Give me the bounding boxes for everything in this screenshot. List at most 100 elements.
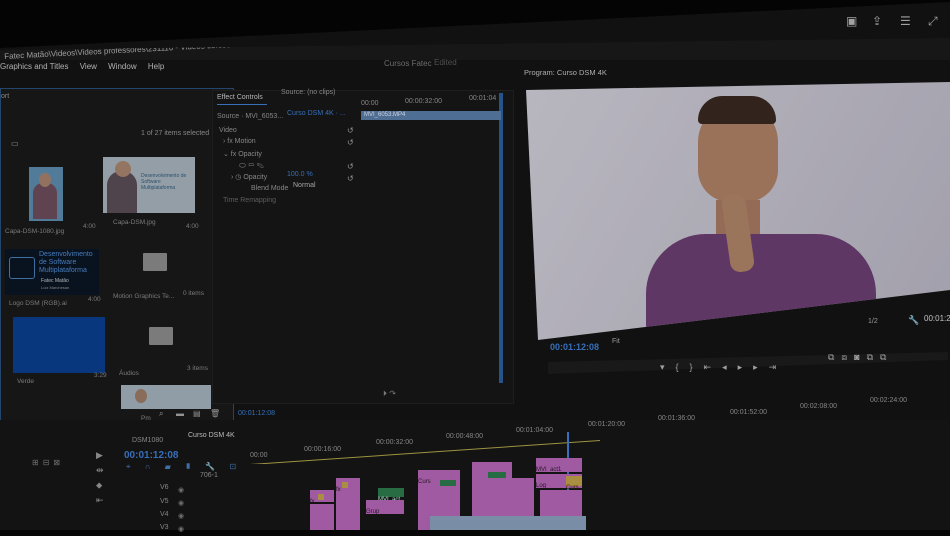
trash-icon[interactable]: 🗑 [210,409,220,418]
menu-view[interactable]: View [80,62,97,71]
wrench-icon[interactable]: 🔧 [908,315,919,326]
timeline-video-strip[interactable] [430,516,586,530]
timeline-timecode[interactable]: 00:01:12:08 [124,450,178,461]
timeline-tools[interactable]: ⌖ ∩ ▰ ▮ 🔧 ⊡ [126,462,242,472]
menu-window[interactable]: Window [108,62,136,71]
track-v5[interactable]: V5 [160,498,169,505]
item-meta: 4:00 [186,223,199,230]
track-label-706: 706-1 [200,472,218,479]
track-v4[interactable]: V4 [160,511,169,518]
capa-thumb-text: Desenvolvimento de Software Multiplatafo… [141,173,187,191]
ec-clip-bar[interactable]: MVI_6053.MP4 [361,111,501,120]
reset-icon[interactable]: ↺ [347,126,354,135]
item-name: Logo DSM (RGB).ai [9,300,67,307]
logo-line1: Desenvolvimento [39,251,93,258]
track-control-icons[interactable]: ⊞⊟⊠ [32,458,64,467]
folder-icon[interactable]: ▭ [11,139,19,148]
tl-ruler-9: 00:02:24:00 [870,397,907,404]
workspaces-icon[interactable]: ☰ [900,14,911,28]
quick-export-icon[interactable]: ▣ [846,14,857,28]
timeline-clip[interactable] [440,480,456,486]
blend-mode-label: Blend Mode [251,185,289,192]
item-meta: 4:00 [88,296,101,303]
program-title[interactable]: Program: Curso DSM 4K [524,68,607,77]
opacity-value[interactable]: 100.0 % [287,171,313,178]
new-bin-icon[interactable]: ▬ [176,409,184,418]
tl-ruler-3: 00:00:48:00 [446,433,483,440]
fit-select[interactable]: Fit [612,338,620,345]
title-bar: Fatec Matão\Videos\Videos professores\23… [0,38,950,61]
timeline-clip[interactable]: MVI_act [378,488,404,503]
item-meta: 3 items [187,365,208,372]
track-eye-icons[interactable]: ◉ ◉ ◉ ◉ [178,484,184,536]
item-name: Áudios [119,370,139,377]
header-icons: ▣ ⇪ ☰ ⤢ [840,14,950,34]
timeline-clip[interactable]: MVI_act1 [536,458,582,473]
partial-thumb[interactable] [121,385,211,409]
tool-column[interactable]: ▶ ⇹ ⬥ ⇤ [96,448,104,508]
timeline-tab-curso[interactable]: Curso DSM 4K [188,432,235,439]
verde-thumb[interactable] [13,317,105,373]
timeline-clip[interactable] [488,472,506,478]
logo-thumb[interactable]: Desenvolvimento de Software Multiplatafo… [5,249,99,295]
transport-controls[interactable]: ▾{}⇤◂▸▸⇥ [660,362,787,373]
capa-1080-thumb[interactable] [29,167,63,221]
mask-shape-icons[interactable]: ⬭ ▭ ✎ [239,161,264,171]
time-remapping-row[interactable]: Time Remapping [223,197,276,204]
project-timecode: 00:01:12:08 [238,410,275,417]
ruler-start: 00:00 [361,100,379,107]
capa-thumb[interactable]: Desenvolvimento de Software Multiplatafo… [103,157,195,213]
new-item-icon[interactable]: ▤ [193,409,201,418]
item-name: Capa-DSM.jpg [113,219,156,226]
bin-folder-icon[interactable] [143,253,167,271]
logo-sub: Luiz Marchesan [41,285,70,290]
timeline-clip[interactable] [310,504,334,530]
item-meta: 0 items [183,290,204,297]
resolution-select[interactable]: 1/2 [868,318,878,325]
reset-icon[interactable]: ↺ [347,138,354,147]
video-section: Video [219,127,237,134]
item-name: Motion Graphics Te... [113,293,175,300]
fx-opacity-row[interactable]: ⌄ fx Opacity [223,150,262,158]
premiere-window: Fatec Matão\Videos\Videos professores\23… [0,0,950,533]
opacity-prop-label: Opacity [243,174,268,181]
ec-bottom-icons[interactable]: ⏵ ↷ [383,389,396,399]
program-timecode[interactable]: 00:01:12:08 [550,342,599,352]
timeline-clip[interactable]: fx [336,478,360,530]
program-video[interactable] [526,82,950,340]
tl-ruler-5: 00:01:20:00 [588,421,625,428]
fx-motion-row[interactable]: › fx Motion [223,138,256,145]
source-label: Source · MVI_6053... [217,113,284,120]
fullscreen-icon[interactable]: ⤢ [928,14,938,29]
tl-ruler-7: 00:01:52:00 [730,409,767,416]
logo-line3: Multiplataforma [39,267,87,274]
fx-badge [318,494,324,500]
track-v6[interactable]: V6 [160,484,169,491]
logo-org: Fatec Matão [41,278,69,284]
item-meta: 3:29 [94,372,107,379]
timeline-clip[interactable]: Grup [366,500,404,515]
bin-folder-icon[interactable] [149,327,173,345]
workspace-status: Edited [434,58,457,67]
tl-ruler-4: 00:01:04:00 [516,427,553,434]
opacity-property: › ◷ Opacity [231,174,268,181]
motion-label: Motion [234,138,256,145]
workspace-name[interactable]: Cursos Fatec [384,59,432,68]
menu-graphics[interactable]: Graphics and Titles [0,62,68,71]
share-icon[interactable]: ⇪ [872,14,882,28]
tl-ruler-2: 00:00:32:00 [376,439,413,446]
effect-controls-tab[interactable]: Effect Controls [217,94,263,101]
timeline-tab-dsm1080[interactable]: DSM1080 [132,437,163,444]
search-icon[interactable]: ⌕ [159,409,163,419]
reset-icon[interactable]: ↺ [347,162,354,171]
blend-mode-select[interactable]: Normal [293,182,316,189]
menu-help[interactable]: Help [148,62,164,71]
program-tool-icons[interactable]: ⧉⧈◙⧉⧉ [828,352,893,363]
project-panel: ort 1 of 27 items selected ▭ Capa-DSM-10… [0,88,234,424]
tl-ruler-1: 00:00:16:00 [304,446,341,453]
source-tab[interactable]: Source: (no clips) [281,89,335,96]
project-tab[interactable]: ort [1,93,9,100]
sequence-label[interactable]: Curso DSM 4K · ... [287,110,346,117]
item-meta: 4:00 [83,223,96,230]
reset-icon[interactable]: ↺ [347,174,354,183]
